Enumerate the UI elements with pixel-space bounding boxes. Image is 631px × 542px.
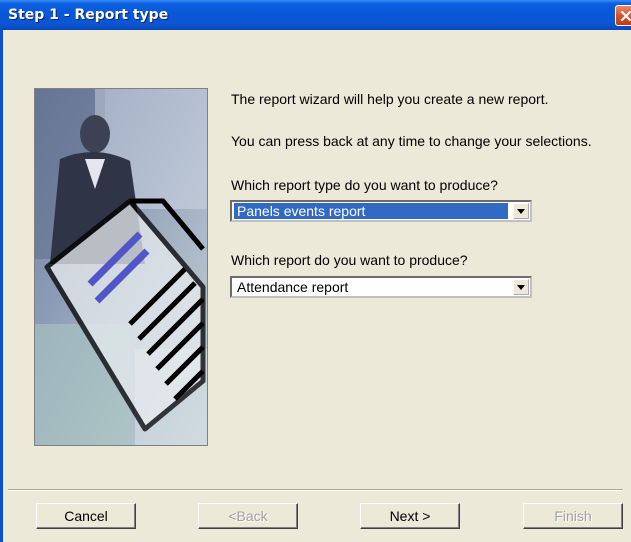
wizard-side-image [34,88,208,446]
report-type-dropdown[interactable]: Panels events report [230,200,532,222]
report-value: Attendance report [237,279,349,295]
intro-text-2: You can press back at any time to change… [231,133,592,149]
window-title: Step 1 - Report type [8,7,169,23]
chevron-down-icon [517,209,525,214]
back-button[interactable]: <Back [198,503,298,529]
report-dropdown[interactable]: Attendance report [230,276,532,298]
chevron-down-icon [517,285,525,290]
report-dropdown-button[interactable] [513,279,529,295]
close-icon [620,10,631,22]
wizard-dialog: Step 1 - Report type The report wizard w… [0,0,631,542]
close-button[interactable] [615,5,631,26]
next-button[interactable]: Next > [360,503,460,529]
report-type-dropdown-button[interactable] [513,203,529,219]
intro-text-1: The report wizard will help you create a… [231,91,549,107]
finish-button[interactable]: Finish [523,503,623,529]
title-bar[interactable]: Step 1 - Report type [0,0,631,30]
window-left-border [0,30,3,542]
button-separator [8,489,623,491]
report-type-value: Panels events report [234,203,508,219]
report-label: Which report do you want to produce? [231,252,468,268]
report-type-label: Which report type do you want to produce… [231,177,498,193]
cancel-button[interactable]: Cancel [36,503,136,529]
